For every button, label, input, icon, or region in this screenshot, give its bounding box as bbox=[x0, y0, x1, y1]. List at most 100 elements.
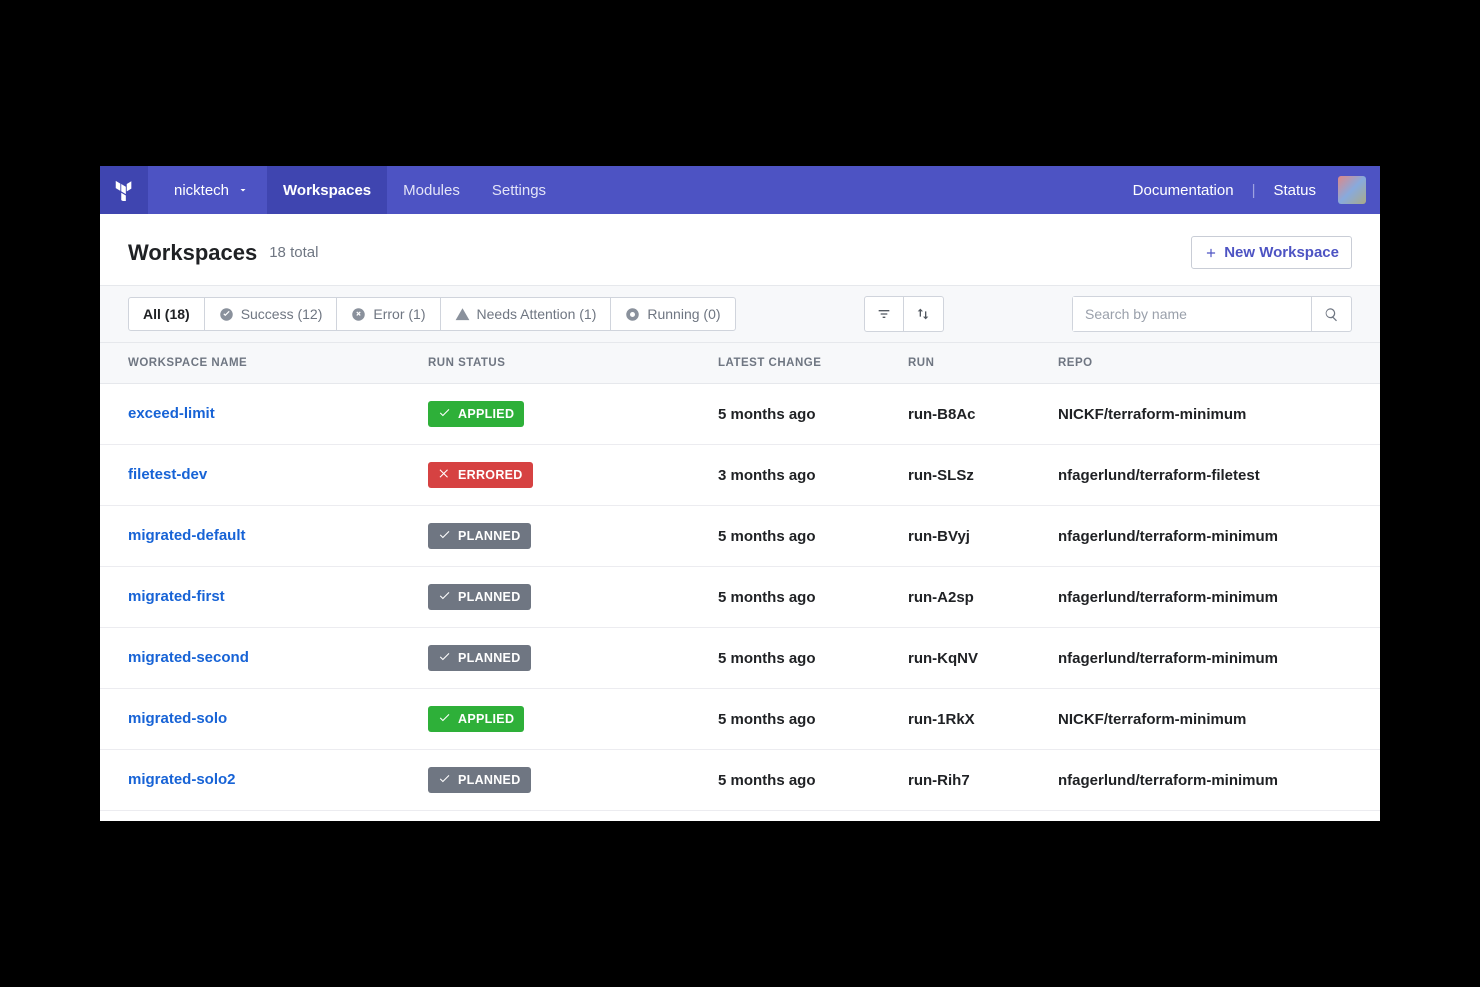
table-body: exceed-limitAPPLIED5 months agorun-B8AcN… bbox=[100, 384, 1380, 821]
table-row: exceed-limitAPPLIED5 months agorun-B8AcN… bbox=[100, 384, 1380, 445]
applied-icon bbox=[438, 711, 451, 727]
org-name: nicktech bbox=[174, 182, 229, 199]
col-repo: REPO bbox=[1058, 357, 1352, 369]
applied-icon bbox=[438, 406, 451, 422]
table-row: migrated-solo APPLIED 5 months agorun-1RkX… bbox=[100, 689, 1380, 750]
planned-icon bbox=[438, 589, 451, 605]
workspace-link[interactable]: migrated-second bbox=[128, 649, 249, 666]
latest-change: 5 months ago bbox=[718, 406, 908, 423]
table-row: migrated-defaultPLANNED5 months agorun-B… bbox=[100, 506, 1380, 567]
planned-icon bbox=[438, 528, 451, 544]
repo-name: nfagerlund/terraform-minimum bbox=[1058, 528, 1352, 545]
filter-needs-attention[interactable]: Needs Attention (1) bbox=[441, 298, 612, 330]
status-badge: APPLIED bbox=[428, 401, 524, 427]
planned-icon bbox=[438, 772, 451, 788]
status-label: ERRORED bbox=[458, 468, 523, 482]
new-workspace-label: New Workspace bbox=[1224, 244, 1339, 261]
run-id: run-SLSz bbox=[908, 467, 1058, 484]
col-latest-change: LATEST CHANGE bbox=[718, 357, 908, 369]
run-id: run-BVyj bbox=[908, 528, 1058, 545]
status-label: PLANNED bbox=[458, 773, 521, 787]
nav-link-status[interactable]: Status bbox=[1273, 182, 1316, 199]
user-avatar[interactable] bbox=[1338, 176, 1366, 204]
workspace-link[interactable]: migrated-solo2 bbox=[128, 771, 236, 788]
run-id: run-KqNV bbox=[908, 650, 1058, 667]
plus-icon bbox=[1204, 246, 1218, 260]
run-id: run-A2sp bbox=[908, 589, 1058, 606]
status-label: APPLIED bbox=[458, 407, 514, 421]
nav-right: Documentation | Status bbox=[1133, 176, 1366, 204]
repo-name: nfagerlund/terraform-filetest bbox=[1058, 467, 1352, 484]
latest-change: 5 months ago bbox=[718, 772, 908, 789]
filter-running[interactable]: Running (0) bbox=[611, 298, 734, 330]
table-row: filetest-dev ERRORED 3 months agorun-SLSzn… bbox=[100, 445, 1380, 506]
filter-success[interactable]: Success (12) bbox=[205, 298, 338, 330]
repo-name: nfagerlund/terraform-minimum bbox=[1058, 589, 1352, 606]
repo-name: nfagerlund/terraform-minimum bbox=[1058, 772, 1352, 789]
latest-change: 5 months ago bbox=[718, 650, 908, 667]
status-label: PLANNED bbox=[458, 651, 521, 665]
chevron-down-icon bbox=[237, 184, 249, 196]
run-id: run-1RkX bbox=[908, 711, 1058, 728]
status-badge: PLANNED bbox=[428, 584, 531, 610]
workspace-link[interactable]: migrated-first bbox=[128, 588, 225, 605]
table-row: migrated-first PLANNED 5 months agorun-A2s… bbox=[100, 567, 1380, 628]
table-row: migrated-second PLANNED 5 months agorun-Kq… bbox=[100, 628, 1380, 689]
repo-name: NICKF/terraform-minimum bbox=[1058, 406, 1352, 423]
filter-button[interactable] bbox=[864, 296, 904, 332]
nav-tab-workspaces[interactable]: Workspaces bbox=[267, 166, 387, 214]
sort-icon bbox=[915, 306, 931, 322]
filter-error[interactable]: Error (1) bbox=[337, 298, 440, 330]
search-button[interactable] bbox=[1311, 297, 1351, 331]
status-badge: PLANNED bbox=[428, 767, 531, 793]
table-row: migrate-first-2NEEDS CONFIRMATION3 month… bbox=[100, 811, 1380, 821]
workspace-link[interactable]: migrated-solo bbox=[128, 710, 227, 727]
latest-change: 5 months ago bbox=[718, 589, 908, 606]
status-label: APPLIED bbox=[458, 712, 514, 726]
top-nav: nicktech Workspaces Modules Settings Doc… bbox=[100, 166, 1380, 214]
toolbar-sort-group bbox=[864, 296, 944, 332]
page-subtitle: 18 total bbox=[269, 244, 318, 261]
col-run: RUN bbox=[908, 357, 1058, 369]
nav-link-documentation[interactable]: Documentation bbox=[1133, 182, 1234, 199]
status-badge: ERRORED bbox=[428, 462, 533, 488]
org-switcher[interactable]: nicktech bbox=[162, 166, 261, 214]
error-icon bbox=[351, 307, 366, 322]
status-badge: PLANNED bbox=[428, 645, 531, 671]
col-run-status: RUN STATUS bbox=[428, 357, 718, 369]
sort-button[interactable] bbox=[904, 296, 944, 332]
errored-icon bbox=[438, 467, 451, 483]
page-title: Workspaces bbox=[128, 240, 257, 266]
terraform-logo-icon bbox=[113, 179, 135, 201]
running-icon bbox=[625, 307, 640, 322]
new-workspace-button[interactable]: New Workspace bbox=[1191, 236, 1352, 269]
nav-tab-settings[interactable]: Settings bbox=[476, 166, 562, 214]
repo-name: nfagerlund/terraform-minimum bbox=[1058, 650, 1352, 667]
nav-divider: | bbox=[1252, 182, 1256, 199]
nav-tabs: Workspaces Modules Settings bbox=[267, 166, 562, 214]
search-icon bbox=[1324, 307, 1339, 322]
latest-change: 3 months ago bbox=[718, 467, 908, 484]
col-workspace-name: WORKSPACE NAME bbox=[128, 357, 428, 369]
workspace-link[interactable]: migrated-default bbox=[128, 527, 246, 544]
status-badge: PLANNED bbox=[428, 523, 531, 549]
success-icon bbox=[219, 307, 234, 322]
workspace-link[interactable]: filetest-dev bbox=[128, 466, 207, 483]
repo-name: NICKF/terraform-minimum bbox=[1058, 711, 1352, 728]
status-label: PLANNED bbox=[458, 529, 521, 543]
page-header: Workspaces 18 total New Workspace bbox=[100, 214, 1380, 285]
search-input[interactable] bbox=[1073, 297, 1311, 331]
table-header: WORKSPACE NAME RUN STATUS LATEST CHANGE … bbox=[100, 343, 1380, 384]
filter-all[interactable]: All (18) bbox=[129, 298, 205, 330]
status-badge: APPLIED bbox=[428, 706, 524, 732]
brand-logo[interactable] bbox=[100, 166, 148, 214]
planned-icon bbox=[438, 650, 451, 666]
workspace-link[interactable]: exceed-limit bbox=[128, 405, 215, 422]
nav-tab-modules[interactable]: Modules bbox=[387, 166, 476, 214]
run-id: run-Rih7 bbox=[908, 772, 1058, 789]
status-filter-pills: All (18) Success (12) Error (1) Needs At… bbox=[128, 297, 736, 331]
table-row: migrated-solo2 PLANNED 5 months agorun-Rih… bbox=[100, 750, 1380, 811]
filter-icon bbox=[876, 306, 892, 322]
status-label: PLANNED bbox=[458, 590, 521, 604]
latest-change: 5 months ago bbox=[718, 711, 908, 728]
